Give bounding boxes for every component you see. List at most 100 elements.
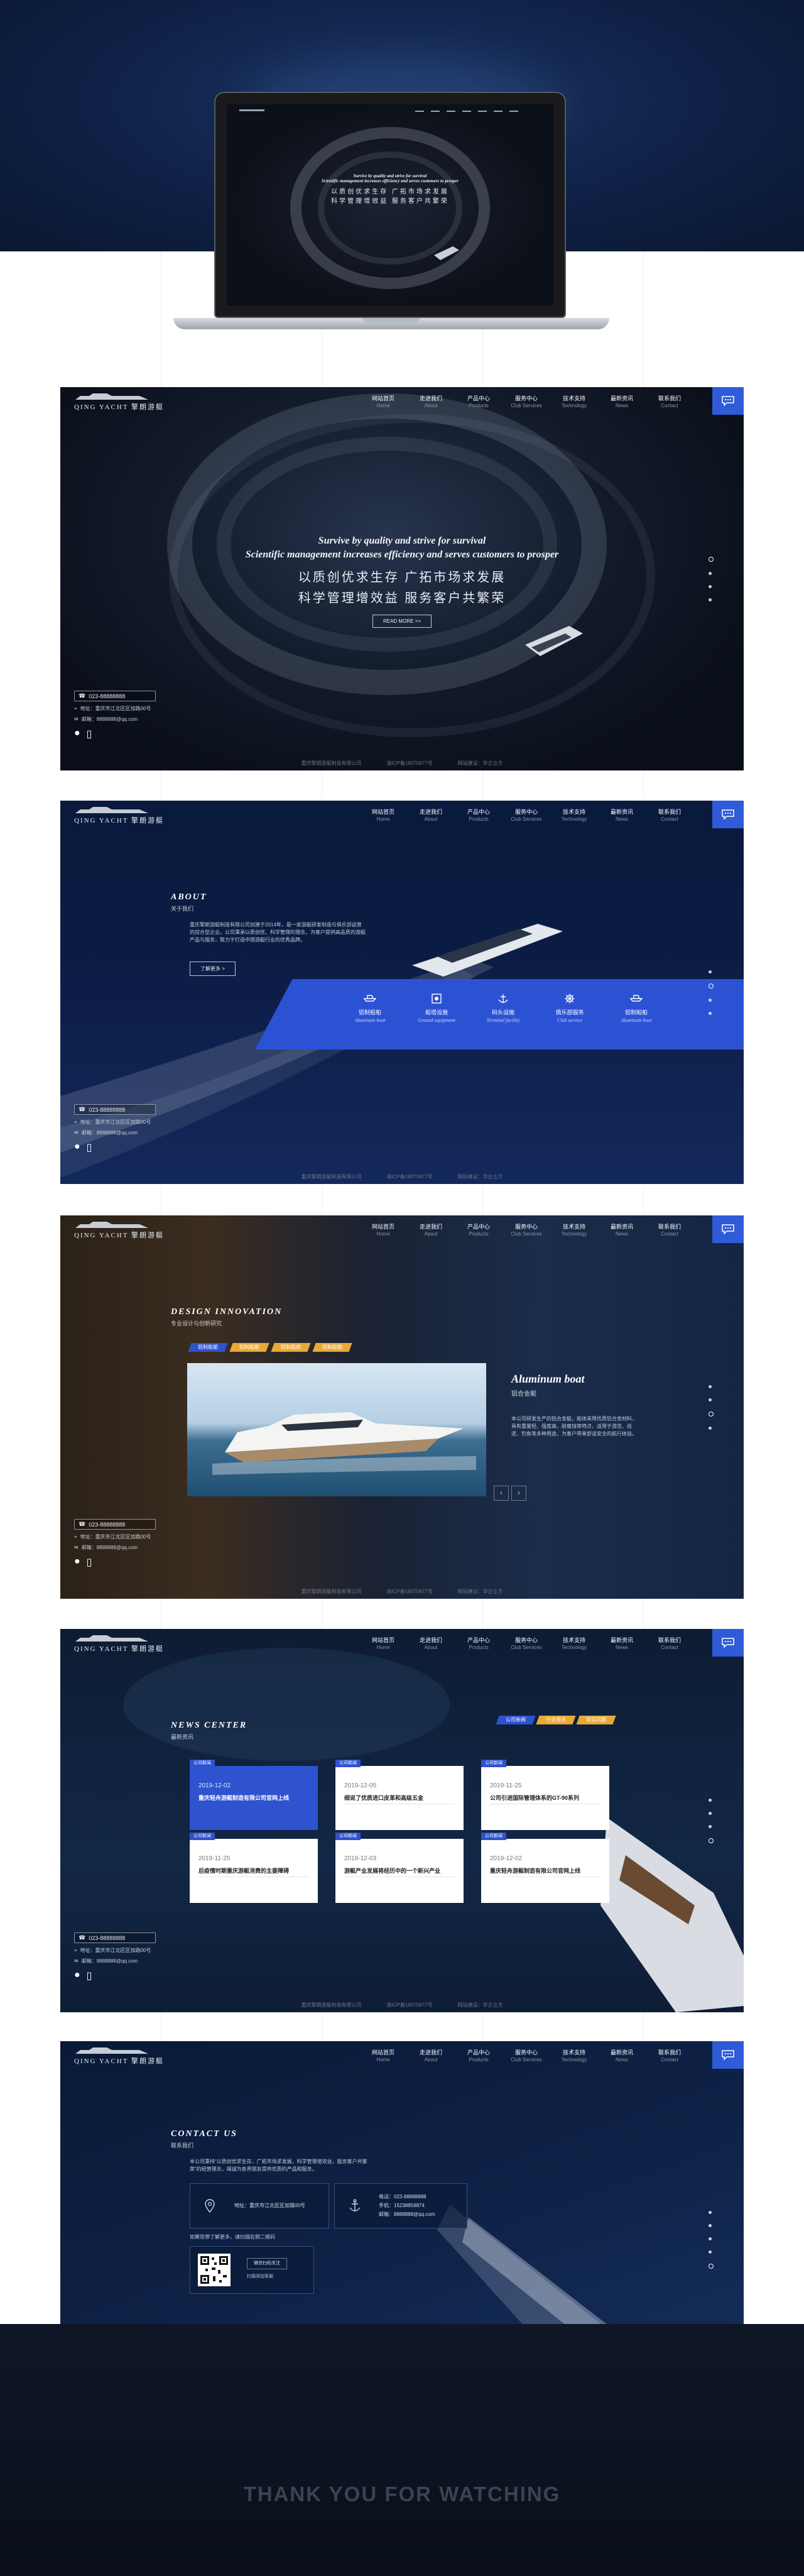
pager-dot[interactable] (709, 1411, 714, 1417)
nav-technology[interactable]: 技术支持 Technology (550, 395, 598, 409)
feature-item[interactable]: 铝制船舶 Aluminum boat (337, 993, 403, 1023)
pager-dot[interactable] (709, 598, 712, 601)
nav-services[interactable]: 服务中心 Club Services (503, 808, 550, 823)
icp-number[interactable]: 渝ICP备18070677号 (387, 1588, 433, 1595)
pager-dot[interactable] (709, 1812, 712, 1815)
nav-about[interactable]: 走进我们 About (407, 395, 455, 409)
mobile-icon[interactable]: ▯ (87, 728, 92, 740)
nav-contact[interactable]: 联系我们 Contact (646, 808, 693, 823)
chat-button[interactable] (712, 2041, 744, 2069)
pager-dot[interactable] (709, 1838, 714, 1843)
nav-technology[interactable]: 技术支持 Technology (550, 1636, 598, 1651)
news-card[interactable]: 公司新闻 2019-11-25 公司引进国际管理体系的GT-90系列 (481, 1760, 609, 1830)
tab-category[interactable]: 铝制船舶 (229, 1343, 269, 1352)
nav-home[interactable]: 网站首页 Home (359, 808, 407, 823)
pager-dot[interactable] (709, 572, 712, 575)
nav-home[interactable]: 网站首页 Home (359, 1223, 407, 1237)
nav-contact[interactable]: 联系我们 Contact (646, 1223, 693, 1237)
wechat-icon[interactable]: ● (74, 1970, 80, 1982)
pager-dot[interactable] (709, 2264, 714, 2269)
pager-dot[interactable] (709, 1799, 712, 1802)
nav-products[interactable]: 产品中心 Products (455, 1636, 503, 1651)
nav-products[interactable]: 产品中心 Products (455, 2049, 503, 2063)
pager-dot[interactable] (709, 2250, 712, 2254)
product-image[interactable] (187, 1363, 486, 1496)
pager-dot[interactable] (709, 1012, 712, 1015)
mobile-icon[interactable]: ▯ (87, 1141, 92, 1154)
tab-news-category[interactable]: 公司新闻 (496, 1716, 536, 1724)
phone-pill[interactable]: ☎023-88888888 (74, 1104, 156, 1115)
nav-about[interactable]: 走进我们 About (407, 2049, 455, 2063)
learn-more-button[interactable]: 了解更多 > (190, 962, 236, 976)
pager-dot[interactable] (709, 984, 714, 989)
nav-news[interactable]: 最新资讯 News (598, 1223, 646, 1237)
pager-dot[interactable] (709, 1825, 712, 1828)
news-card[interactable]: 公司新闻 2019-11-25 后疫情时期重庆游艇消费的主要障碍 (190, 1833, 318, 1903)
tab-category[interactable]: 铝制船舶 (271, 1343, 311, 1352)
logo[interactable]: QING YACHT 擎朗游艇 (74, 393, 168, 411)
phone-pill[interactable]: ☎023-88888888 (74, 1519, 156, 1530)
feature-item[interactable]: 船塔设施 Ground equipment (403, 993, 470, 1023)
news-card[interactable]: 公司新闻 2019-12-02 重庆轻舟游艇制造有限公司官网上线 (481, 1833, 609, 1903)
chat-button[interactable] (712, 1629, 744, 1657)
news-card[interactable]: 公司新闻 2019-12-05 细说了优质进口皮革和高级五金 (335, 1760, 464, 1830)
logo[interactable]: QING YACHT 擎朗游艇 (74, 2047, 168, 2065)
pager-dot[interactable] (709, 2237, 712, 2240)
wechat-icon[interactable]: ● (74, 728, 80, 740)
nav-home[interactable]: 网站首页 Home (359, 1636, 407, 1651)
wechat-icon[interactable]: ● (74, 1141, 80, 1154)
nav-services[interactable]: 服务中心 Club Services (503, 1636, 550, 1651)
tab-category[interactable]: 铝制船舶 (188, 1343, 228, 1352)
nav-technology[interactable]: 技术支持 Technology (550, 2049, 598, 2063)
tab-news-category[interactable]: 常见问题 (576, 1716, 616, 1724)
nav-contact[interactable]: 联系我们 Contact (646, 1636, 693, 1651)
nav-home[interactable]: 网站首页 Home (359, 2049, 407, 2063)
pager-dot[interactable] (709, 999, 712, 1002)
wechat-follow-button[interactable]: 微信扫码关注 (247, 2258, 287, 2269)
pager-dot[interactable] (709, 1427, 712, 1430)
phone-pill[interactable]: ☎023-88888888 (74, 691, 156, 701)
nav-about[interactable]: 走进我们 About (407, 808, 455, 823)
nav-products[interactable]: 产品中心 Products (455, 395, 503, 409)
mobile-icon[interactable]: ▯ (87, 1556, 92, 1569)
nav-news[interactable]: 最新资讯 News (598, 1636, 646, 1651)
feature-item[interactable]: 俱乐部服务 Club service (536, 993, 603, 1023)
icp-number[interactable]: 渝ICP备18070677号 (387, 2002, 433, 2009)
wechat-icon[interactable]: ● (74, 1556, 80, 1569)
nav-news[interactable]: 最新资讯 News (598, 2049, 646, 2063)
logo[interactable]: QING YACHT 擎朗游艇 (74, 807, 168, 825)
nav-news[interactable]: 最新资讯 News (598, 395, 646, 409)
nav-products[interactable]: 产品中心 Products (455, 808, 503, 823)
nav-contact[interactable]: 联系我们 Contact (646, 395, 693, 409)
icp-number[interactable]: 渝ICP备18070677号 (387, 1173, 433, 1180)
news-card[interactable]: 公司新闻 2019-12-03 游艇产业发展将经历中的一个新兴产业 (335, 1833, 464, 1903)
nav-about[interactable]: 走进我们 About (407, 1223, 455, 1237)
prev-arrow-icon[interactable]: ‹ (494, 1486, 509, 1501)
nav-products[interactable]: 产品中心 Products (455, 1223, 503, 1237)
chat-button[interactable] (712, 387, 744, 415)
chat-button[interactable] (712, 1215, 744, 1243)
tab-category[interactable]: 铝制船舶 (312, 1343, 352, 1352)
icp-number[interactable]: 渝ICP备18070677号 (387, 760, 433, 767)
logo[interactable]: QING YACHT 擎朗游艇 (74, 1635, 168, 1653)
read-more-button[interactable]: READ MORE >> (372, 615, 432, 628)
pager-dot[interactable] (709, 585, 712, 588)
nav-services[interactable]: 服务中心 Club Services (503, 1223, 550, 1237)
pager-dot[interactable] (709, 557, 714, 562)
feature-item[interactable]: 铝制船舶 Aluminum boat (603, 993, 670, 1023)
mobile-icon[interactable]: ▯ (87, 1970, 92, 1982)
phone-pill[interactable]: ☎023-88888888 (74, 1932, 156, 1943)
nav-technology[interactable]: 技术支持 Technology (550, 808, 598, 823)
chat-button[interactable] (712, 801, 744, 828)
pager-dot[interactable] (709, 1398, 712, 1401)
nav-technology[interactable]: 技术支持 Technology (550, 1223, 598, 1237)
feature-item[interactable]: 码头设施 Terminal facility (470, 993, 536, 1023)
pager-dot[interactable] (709, 1385, 712, 1388)
nav-services[interactable]: 服务中心 Club Services (503, 2049, 550, 2063)
pager-dot[interactable] (709, 2224, 712, 2227)
pager-dot[interactable] (709, 2211, 712, 2214)
nav-home[interactable]: 网站首页 Home (359, 395, 407, 409)
logo[interactable]: QING YACHT 擎朗游艇 (74, 1222, 168, 1239)
nav-news[interactable]: 最新资讯 News (598, 808, 646, 823)
nav-about[interactable]: 走进我们 About (407, 1636, 455, 1651)
